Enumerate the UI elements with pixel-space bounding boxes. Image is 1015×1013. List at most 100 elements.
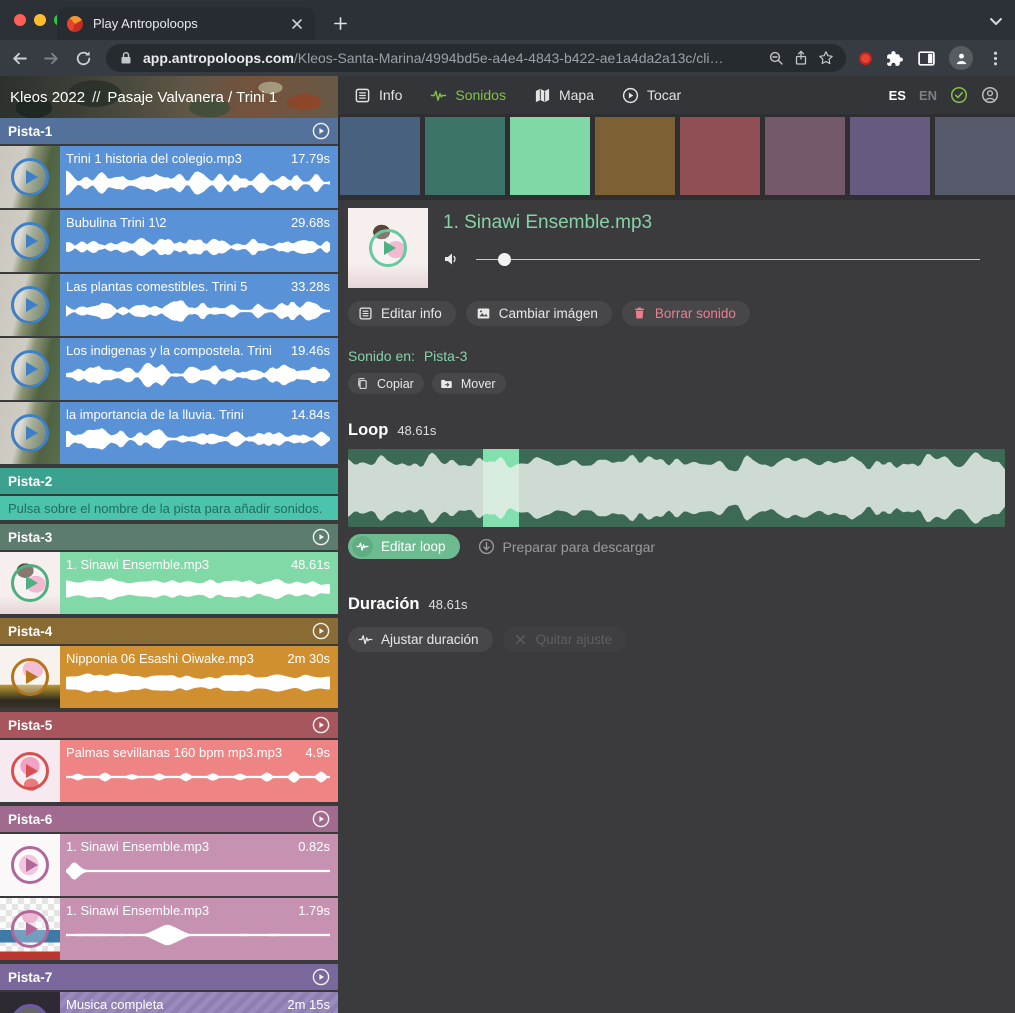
track-header-pista-1[interactable]: Pista-1 bbox=[0, 118, 338, 144]
url-bar[interactable]: app.antropoloops.com/Kleos-Santa-Marina/… bbox=[106, 44, 846, 72]
clip-thumbnail[interactable] bbox=[0, 992, 60, 1013]
track-header-pista-5[interactable]: Pista-5 bbox=[0, 712, 338, 738]
nav-item-info[interactable]: Info bbox=[354, 87, 402, 104]
breadcrumb-project-link[interactable]: Kleos 2022 bbox=[10, 89, 85, 106]
swatch-pista-6[interactable] bbox=[765, 117, 845, 195]
minimize-window-button[interactable] bbox=[34, 14, 46, 26]
clip-row[interactable]: Musica completa2m 15s bbox=[0, 992, 338, 1013]
clip-row[interactable]: Palmas sevillanas 160 bpm mp3.mp34.9s bbox=[0, 740, 338, 802]
clip-thumbnail[interactable] bbox=[0, 146, 60, 208]
clip-duration: 14.84s bbox=[291, 407, 330, 422]
lang-es-button[interactable]: ES bbox=[889, 88, 906, 103]
track-header-pista-7[interactable]: Pista-7 bbox=[0, 964, 338, 990]
extensions-icon[interactable] bbox=[885, 49, 904, 68]
avatar-icon[interactable] bbox=[949, 46, 973, 70]
record-indicator-icon[interactable] bbox=[859, 52, 872, 65]
breadcrumb-path-link[interactable]: Pasaje Valvanera / Trini 1 bbox=[107, 89, 277, 106]
back-icon[interactable] bbox=[10, 49, 29, 68]
kebab-menu-icon[interactable] bbox=[986, 49, 1005, 68]
track-pista-6: Pista-61. Sinawi Ensemble.mp30.82s1. Sin… bbox=[0, 806, 338, 960]
track-play-button[interactable] bbox=[312, 716, 330, 734]
sound-play-button[interactable] bbox=[369, 229, 407, 267]
clip-play-button[interactable] bbox=[11, 910, 49, 948]
clip-thumbnail[interactable] bbox=[0, 338, 60, 400]
track-play-button[interactable] bbox=[312, 810, 330, 828]
track-play-button[interactable] bbox=[312, 528, 330, 546]
sound-thumbnail[interactable] bbox=[348, 208, 428, 288]
clip-row[interactable]: Bubulina Trini 1\229.68s bbox=[0, 210, 338, 272]
swatch-pista-7[interactable] bbox=[850, 117, 930, 195]
delete-sound-button[interactable]: Borrar sonido bbox=[622, 301, 750, 326]
nav-item-sonidos[interactable]: Sonidos bbox=[430, 87, 506, 104]
track-play-button[interactable] bbox=[312, 122, 330, 140]
check-circle-icon[interactable] bbox=[950, 86, 968, 104]
volume-knob[interactable] bbox=[498, 253, 511, 266]
edit-loop-button[interactable]: Editar loop bbox=[348, 534, 460, 559]
clip-row[interactable]: 1. Sinawi Ensemble.mp348.61s bbox=[0, 552, 338, 614]
nav-item-mapa[interactable]: Mapa bbox=[534, 87, 594, 104]
close-window-button[interactable] bbox=[14, 14, 26, 26]
clip-thumbnail[interactable] bbox=[0, 740, 60, 802]
sound-in-track-link[interactable]: Pista-3 bbox=[424, 348, 468, 364]
swatch-pista-1[interactable] bbox=[340, 117, 420, 195]
clip-thumbnail[interactable] bbox=[0, 834, 60, 896]
move-button[interactable]: Mover bbox=[432, 373, 506, 394]
clip-row[interactable]: 1. Sinawi Ensemble.mp31.79s bbox=[0, 898, 338, 960]
clip-row[interactable]: la importancia de la lluvia. Trini14.84s bbox=[0, 402, 338, 464]
clip-play-button[interactable] bbox=[11, 350, 49, 388]
clip-thumbnail[interactable] bbox=[0, 402, 60, 464]
copy-button[interactable]: Copiar bbox=[348, 373, 424, 394]
lang-en-button[interactable]: EN bbox=[919, 88, 937, 103]
clip-play-button[interactable] bbox=[11, 564, 49, 602]
track-play-button[interactable] bbox=[312, 968, 330, 986]
clip-play-button[interactable] bbox=[11, 752, 49, 790]
zoom-level-icon[interactable] bbox=[768, 50, 784, 66]
side-panel-icon[interactable] bbox=[917, 49, 936, 68]
clip-thumbnail[interactable] bbox=[0, 646, 60, 708]
clip-row[interactable]: Trini 1 historia del colegio.mp317.79s bbox=[0, 146, 338, 208]
clip-row[interactable]: Nipponia 06 Esashi Oiwake.mp32m 30s bbox=[0, 646, 338, 708]
swatch-pista-4[interactable] bbox=[595, 117, 675, 195]
clip-play-button[interactable] bbox=[11, 846, 49, 884]
volume-slider[interactable] bbox=[476, 253, 980, 266]
clip-row[interactable]: 1. Sinawi Ensemble.mp30.82s bbox=[0, 834, 338, 896]
reload-icon[interactable] bbox=[74, 49, 93, 68]
play-icon bbox=[26, 670, 38, 684]
share-icon[interactable] bbox=[793, 50, 809, 66]
clip-play-button[interactable] bbox=[11, 414, 49, 452]
clip-thumbnail[interactable] bbox=[0, 898, 60, 960]
clip-thumbnail[interactable] bbox=[0, 210, 60, 272]
track-header-pista-4[interactable]: Pista-4 bbox=[0, 618, 338, 644]
clip-play-button[interactable] bbox=[11, 658, 49, 696]
tab-search-chevron-icon[interactable] bbox=[987, 12, 1005, 30]
new-tab-button[interactable] bbox=[328, 11, 352, 35]
adjust-duration-button[interactable]: Ajustar duración bbox=[348, 627, 493, 652]
browser-tab[interactable]: Play Antropoloops bbox=[57, 7, 315, 40]
clip-play-button[interactable] bbox=[11, 158, 49, 196]
swatch-pista-2[interactable] bbox=[425, 117, 505, 195]
clip-row[interactable]: Las plantas comestibles. Trini 533.28s bbox=[0, 274, 338, 336]
track-play-button[interactable] bbox=[312, 622, 330, 640]
track-header-pista-2[interactable]: Pista-2 bbox=[0, 468, 338, 494]
track-header-pista-6[interactable]: Pista-6 bbox=[0, 806, 338, 832]
swatch-pista-5[interactable] bbox=[680, 117, 760, 195]
clip-play-button[interactable] bbox=[11, 222, 49, 260]
clip-play-button[interactable] bbox=[11, 1004, 49, 1013]
person-circle-icon[interactable] bbox=[981, 86, 999, 104]
loop-waveform-editor[interactable] bbox=[348, 449, 1005, 527]
clip-play-button[interactable] bbox=[11, 286, 49, 324]
remove-adjust-button[interactable]: Quitar ajuste bbox=[503, 627, 627, 652]
forward-icon[interactable] bbox=[42, 49, 61, 68]
swatch-pista-3[interactable] bbox=[510, 117, 590, 195]
clip-row[interactable]: Los indigenas y la compostela. Trini19.4… bbox=[0, 338, 338, 400]
prepare-download-button[interactable]: Preparar para descargar bbox=[478, 538, 656, 555]
track-header-pista-3[interactable]: Pista-3 bbox=[0, 524, 338, 550]
change-image-button[interactable]: Cambiar imágen bbox=[466, 301, 612, 326]
swatch-pista-8[interactable] bbox=[935, 117, 1015, 195]
nav-item-tocar[interactable]: Tocar bbox=[622, 87, 681, 104]
edit-info-button[interactable]: Editar info bbox=[348, 301, 456, 326]
tab-close-icon[interactable] bbox=[289, 16, 305, 32]
clip-thumbnail[interactable] bbox=[0, 274, 60, 336]
bookmark-star-icon[interactable] bbox=[818, 50, 834, 66]
clip-thumbnail[interactable] bbox=[0, 552, 60, 614]
